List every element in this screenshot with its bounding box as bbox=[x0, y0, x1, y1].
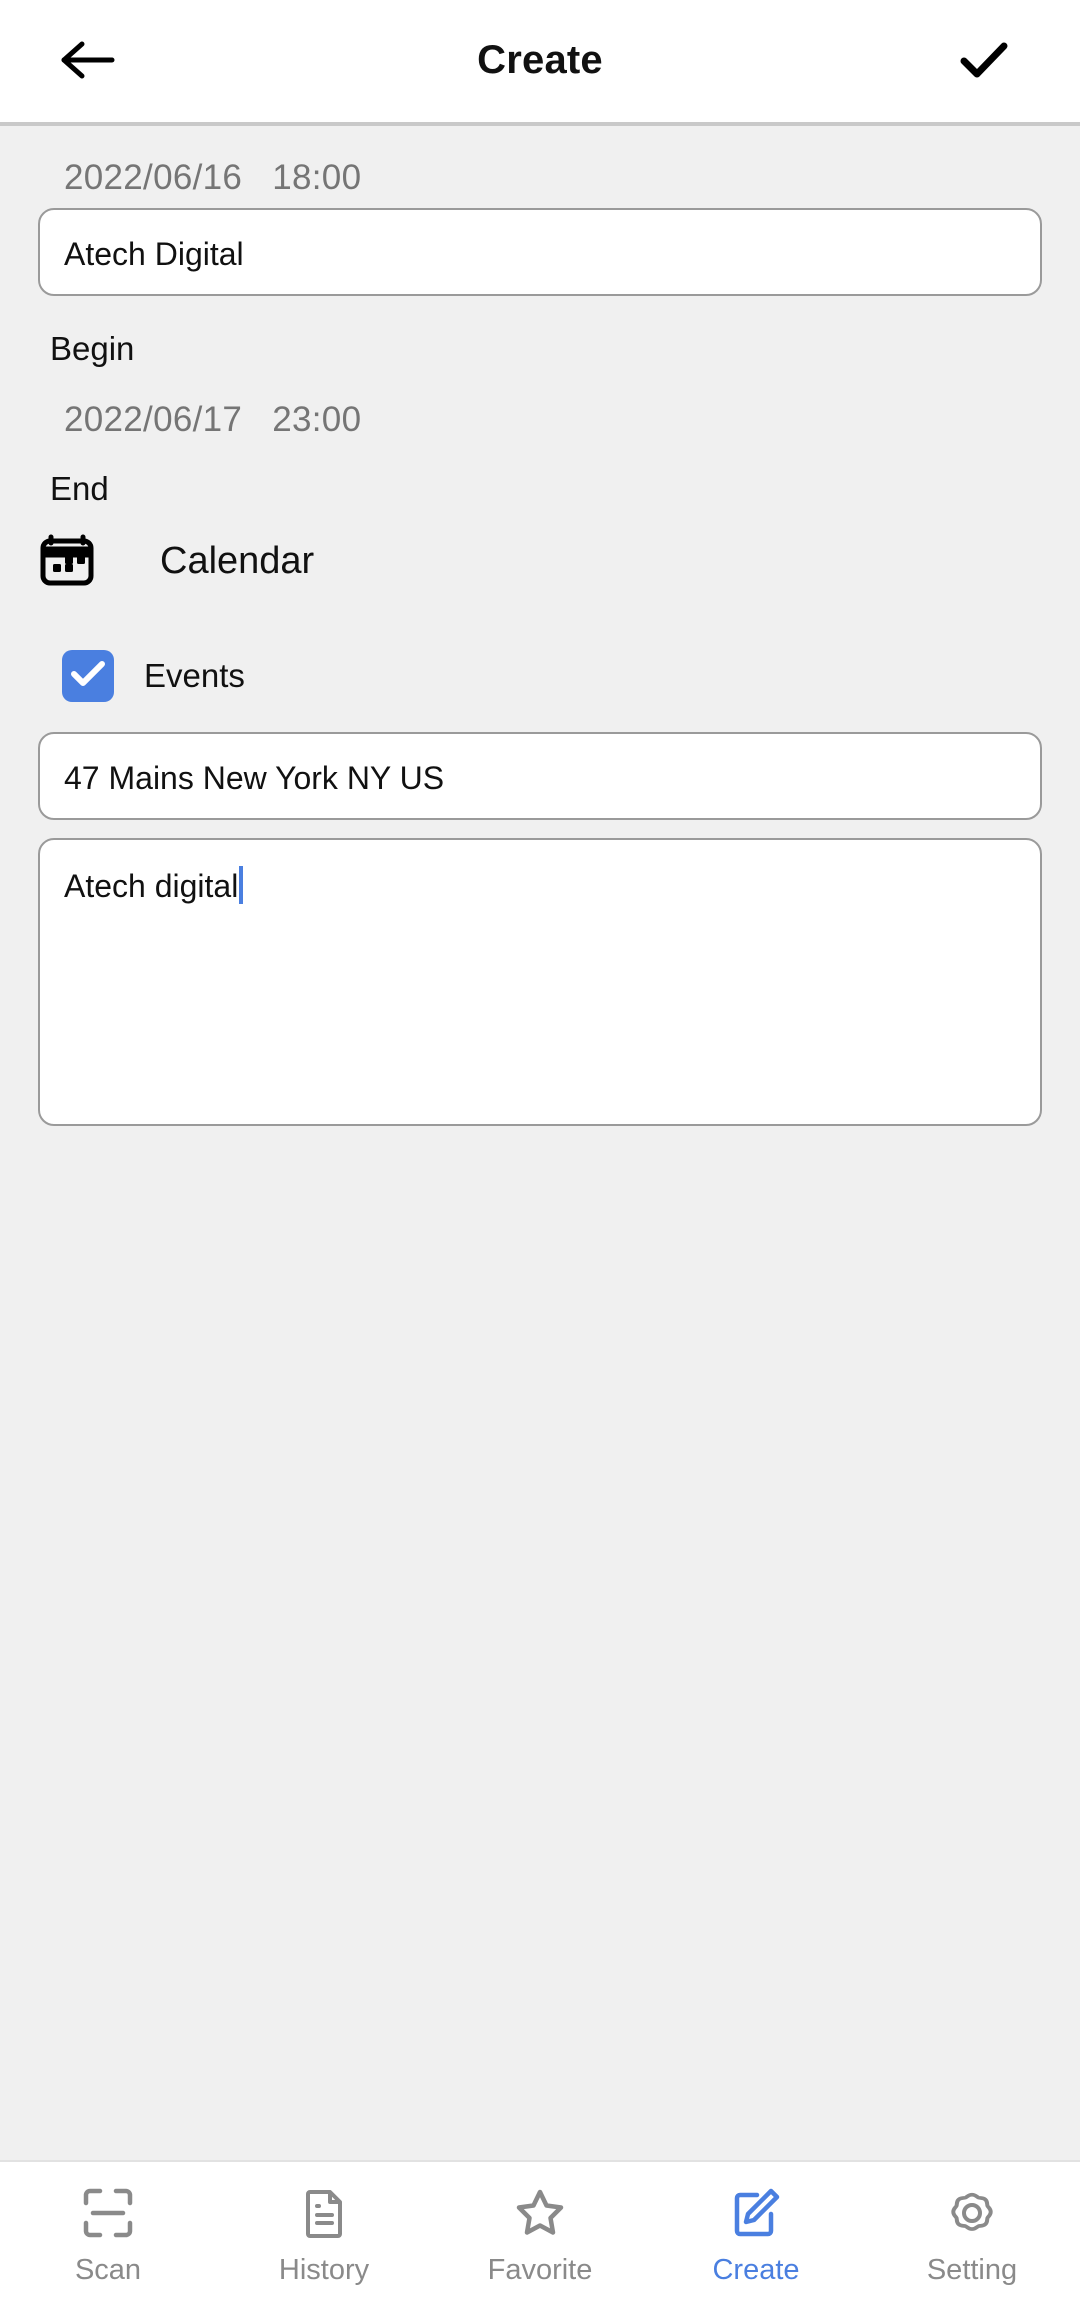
nav-label-favorite: Favorite bbox=[487, 2254, 593, 2286]
text-cursor bbox=[239, 866, 244, 904]
title-input[interactable]: Atech Digital bbox=[38, 208, 1042, 296]
confirm-button[interactable] bbox=[942, 19, 1026, 103]
calendar-label: Calendar bbox=[160, 540, 315, 582]
app-header: Create bbox=[0, 0, 1080, 126]
nav-item-setting[interactable]: Setting bbox=[864, 2162, 1080, 2312]
page-title: Create bbox=[477, 38, 603, 82]
description-text: Atech digital bbox=[64, 868, 239, 904]
events-checkbox-row[interactable]: Events bbox=[38, 650, 245, 702]
gear-icon bbox=[946, 2187, 998, 2244]
nav-item-scan[interactable]: Scan bbox=[0, 2162, 216, 2312]
events-checkbox[interactable] bbox=[62, 650, 114, 702]
begin-label: Begin bbox=[50, 330, 135, 367]
star-icon bbox=[513, 2187, 567, 2244]
nav-label-history: History bbox=[278, 2254, 370, 2286]
scan-icon bbox=[82, 2187, 134, 2244]
check-icon bbox=[958, 38, 1010, 85]
nav-item-history[interactable]: History bbox=[216, 2162, 432, 2312]
events-label: Events bbox=[144, 657, 245, 694]
begin-datetime-picker[interactable]: 2022/06/16 18:00 bbox=[38, 158, 361, 198]
calendar-icon bbox=[38, 530, 96, 593]
arrow-left-icon bbox=[60, 38, 116, 85]
nav-label-setting: Setting bbox=[926, 2254, 1018, 2286]
create-event-form: 2022/06/16 18:00 Atech Digital Begin 202… bbox=[0, 130, 1080, 2160]
location-input[interactable]: 47 Mains New York NY US bbox=[38, 732, 1042, 820]
nav-item-favorite[interactable]: Favorite bbox=[432, 2162, 648, 2312]
nav-label-scan: Scan bbox=[74, 2254, 142, 2286]
end-datetime-picker[interactable]: 2022/06/17 23:00 bbox=[38, 400, 361, 440]
back-button[interactable] bbox=[46, 19, 130, 103]
description-textarea[interactable]: Atech digital bbox=[38, 838, 1042, 1126]
end-label: End bbox=[50, 470, 109, 507]
nav-label-create: Create bbox=[712, 2254, 800, 2286]
document-icon bbox=[298, 2187, 350, 2244]
bottom-navigation: Scan History Favorite Create Setting bbox=[0, 2160, 1080, 2312]
edit-icon bbox=[730, 2187, 782, 2244]
check-icon bbox=[70, 659, 106, 694]
calendar-selector[interactable]: Calendar bbox=[38, 530, 314, 593]
nav-item-create[interactable]: Create bbox=[648, 2162, 864, 2312]
